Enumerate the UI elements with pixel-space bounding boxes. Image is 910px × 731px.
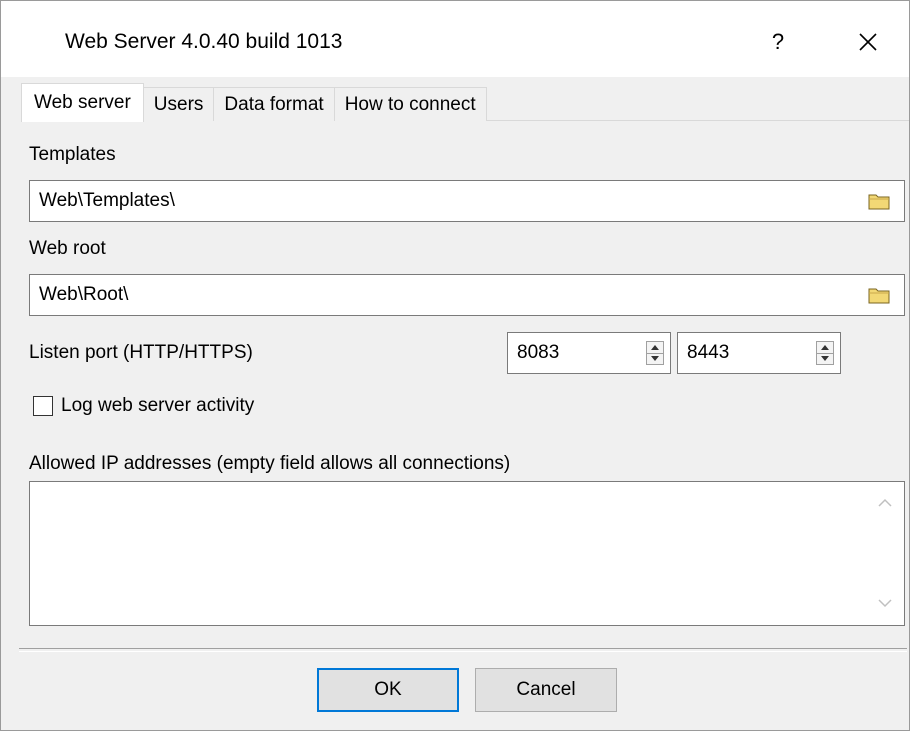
tab-data-format[interactable]: Data format — [214, 87, 335, 121]
footer-separator — [19, 648, 907, 652]
log-activity-checkbox[interactable] — [33, 396, 53, 416]
web-root-label: Web root — [29, 238, 106, 259]
cancel-button[interactable]: Cancel — [475, 668, 617, 712]
listen-port-label: Listen port (HTTP/HTTPS) — [29, 342, 253, 363]
tab-strip: Web server Users Data format How to conn… — [21, 83, 487, 122]
close-icon — [859, 33, 877, 51]
https-port-down-button[interactable] — [817, 352, 833, 365]
http-port-value: 8083 — [517, 342, 560, 363]
tab-label: How to connect — [344, 93, 476, 115]
log-activity-label[interactable]: Log web server activity — [61, 395, 254, 417]
web-root-browse-button[interactable] — [867, 285, 891, 305]
caret-down-icon — [821, 356, 829, 362]
tab-label: Users — [153, 93, 204, 115]
https-port-spin-buttons — [816, 341, 834, 365]
templates-label: Templates — [29, 144, 116, 165]
tab-label: Data format — [224, 93, 324, 115]
web-server-dialog: Web Server 4.0.40 build 1013 ? Web serve… — [0, 0, 910, 731]
https-port-up-button[interactable] — [817, 342, 833, 353]
templates-input[interactable]: Web\Templates\ — [29, 180, 905, 222]
ok-button[interactable]: OK — [317, 668, 459, 712]
ok-button-label: OK — [374, 679, 402, 700]
caret-down-icon — [651, 356, 659, 362]
tab-web-server[interactable]: Web server — [21, 83, 144, 122]
http-port-up-button[interactable] — [647, 342, 663, 353]
close-button[interactable] — [829, 15, 907, 69]
web-root-value: Web\Root\ — [39, 284, 129, 305]
caret-up-icon — [821, 344, 829, 350]
https-port-value: 8443 — [687, 342, 730, 363]
tab-how-to-connect[interactable]: How to connect — [334, 87, 487, 121]
help-icon: ? — [771, 29, 785, 54]
window-title: Web Server 4.0.40 build 1013 — [65, 30, 343, 53]
tab-label: Web server — [34, 92, 131, 113]
allowed-ips-textarea[interactable] — [29, 481, 905, 626]
allowed-ips-scrollbar[interactable] — [868, 482, 904, 625]
help-button[interactable]: ? — [739, 15, 817, 69]
templates-value: Web\Templates\ — [39, 190, 175, 211]
scroll-down-icon[interactable] — [876, 594, 894, 612]
cancel-button-label: Cancel — [516, 679, 576, 700]
title-bar[interactable]: Web Server 4.0.40 build 1013 ? — [1, 1, 909, 77]
http-port-down-button[interactable] — [647, 352, 663, 365]
scroll-up-icon[interactable] — [876, 494, 894, 512]
http-port-spin-buttons — [646, 341, 664, 365]
templates-browse-button[interactable] — [867, 191, 891, 211]
tab-users[interactable]: Users — [143, 87, 215, 121]
web-root-input[interactable]: Web\Root\ — [29, 274, 905, 316]
http-port-spinner[interactable]: 8083 — [507, 332, 671, 374]
caret-up-icon — [651, 344, 659, 350]
allowed-ips-label: Allowed IP addresses (empty field allows… — [29, 453, 511, 474]
https-port-spinner[interactable]: 8443 — [677, 332, 841, 374]
